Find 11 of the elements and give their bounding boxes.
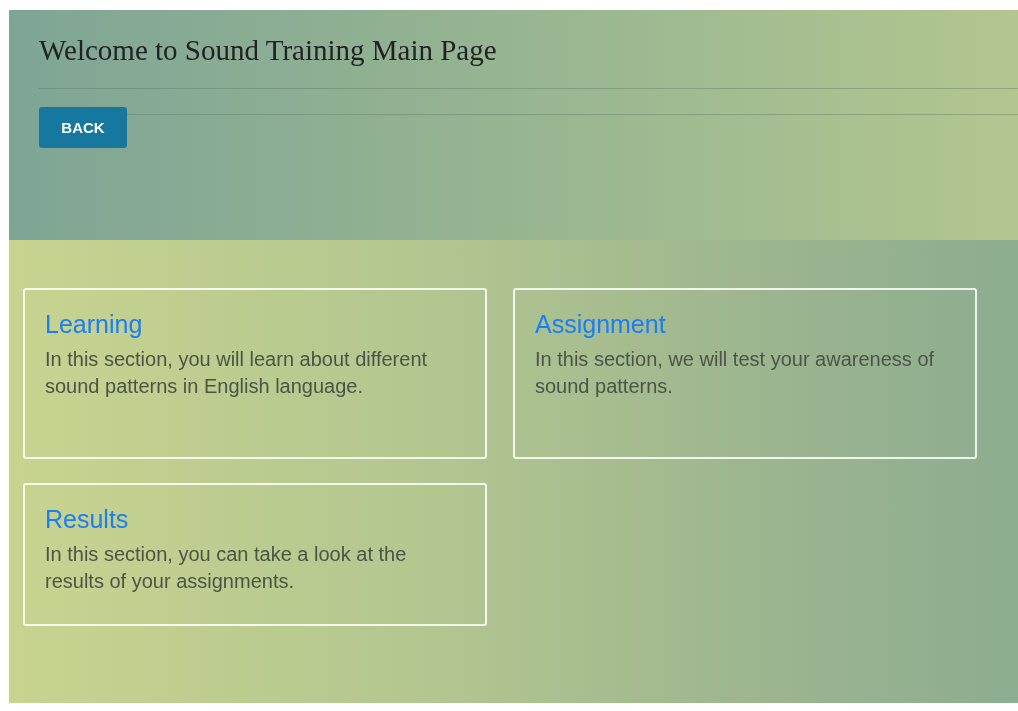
page-title: Welcome to Sound Training Main Page <box>39 33 498 68</box>
card-title: Assignment <box>535 309 667 340</box>
card-description: In this section, we will test your awareness of sound patterns. <box>535 347 936 399</box>
section-card[interactable]: Results In this section, you can take a look at the results of your assignments. <box>23 483 487 626</box>
card-title: Learning <box>45 309 144 340</box>
card-title: Results <box>45 504 130 535</box>
card-description: In this section, you will learn about different sound patterns in English language. <box>45 347 429 399</box>
section-card[interactable]: Learning In this section, you will learn about different sound patterns in English language. <box>23 288 487 459</box>
card-description: In this section, you can take a look at the results of your assignments. <box>45 542 408 594</box>
section-card[interactable]: Assignment In this section, we will test your awareness of sound patterns. <box>513 288 977 459</box>
back-button[interactable]: BACK <box>39 107 127 148</box>
